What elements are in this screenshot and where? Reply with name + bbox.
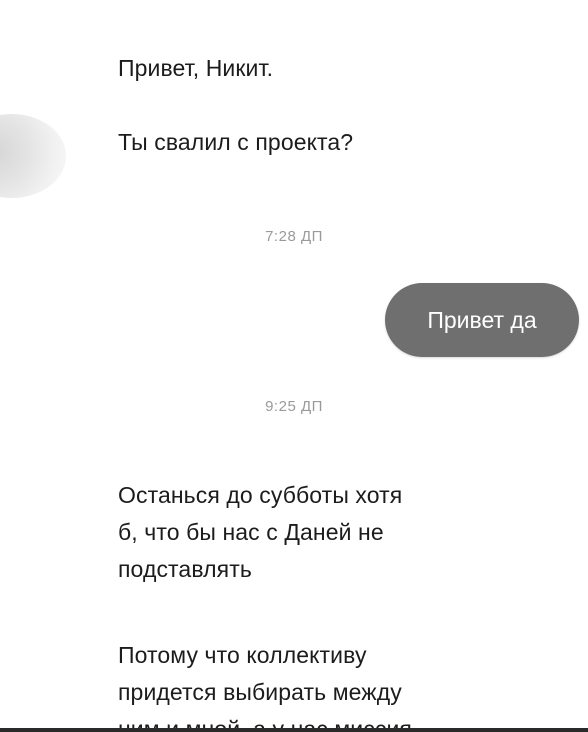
timestamp: 7:28 ДП [265, 228, 323, 245]
incoming-message-line: придется выбирать между [118, 679, 402, 705]
incoming-message-line: подставлять [118, 556, 252, 582]
incoming-message-greeting: Привет, Никит. [118, 55, 274, 81]
timestamp: 9:25 ДП [265, 398, 323, 415]
bottom-divider [0, 728, 588, 732]
incoming-message-question: Ты свалил с проекта? [118, 129, 354, 155]
incoming-message-line: Останься до субботы хотя [118, 482, 403, 508]
message-list[interactable]: Привет, Никит. Ты свалил с проекта? 7:28… [0, 0, 588, 728]
chat-thread[interactable]: Привет, Никит. Ты свалил с проекта? 7:28… [0, 0, 588, 732]
incoming-message-line: Потому что коллективу [118, 642, 367, 668]
incoming-message-line: б, что бы нас с Даней не [118, 519, 384, 545]
contact-avatar[interactable] [0, 114, 66, 198]
outgoing-message-bubble[interactable]: Привет да [385, 283, 579, 357]
incoming-message-line: ним и мной, а у нас миссия [118, 711, 412, 728]
